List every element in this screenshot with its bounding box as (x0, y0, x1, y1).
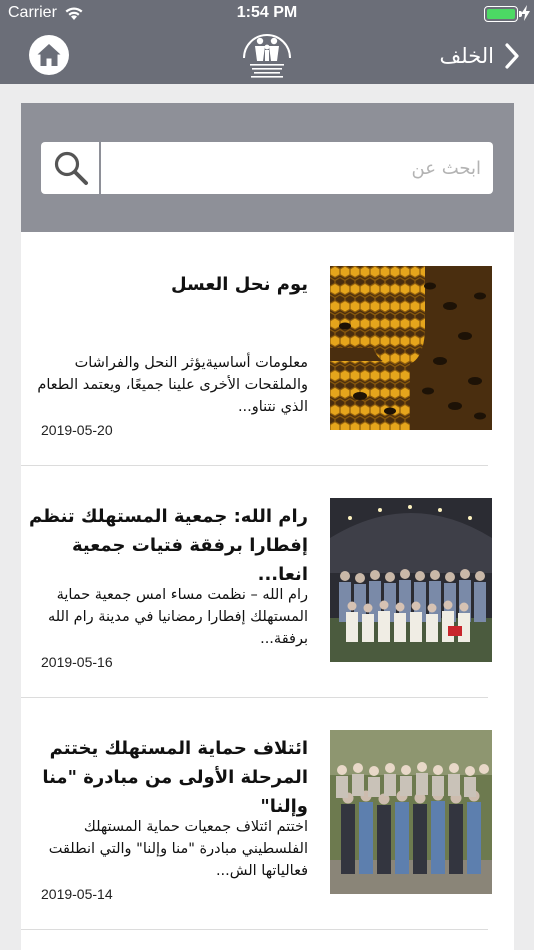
article-item[interactable]: يوم نحل العسل معلومات أساسيةيؤثر النحل و… (21, 234, 492, 466)
article-date: 2019-05-16 (41, 654, 113, 670)
article-title[interactable]: ائتلاف حماية المستهلك يختتم المرحلة الأو… (21, 734, 308, 821)
home-button[interactable] (29, 35, 69, 75)
chevron-right-icon (505, 43, 519, 69)
article-title[interactable]: يوم نحل العسل (21, 270, 308, 299)
article-date: 2019-05-14 (41, 886, 113, 902)
battery-fill (487, 9, 515, 19)
back-button[interactable]: الخلف (440, 40, 520, 72)
article-excerpt: اختتم ائتلاف جمعيات حماية المستهلك الفلس… (48, 819, 308, 879)
search-button[interactable] (41, 142, 101, 194)
content-panel: يوم نحل العسل معلومات أساسيةيؤثر النحل و… (21, 103, 514, 950)
status-bar: Carrier 1:54 PM (0, 0, 534, 28)
search-box (41, 142, 493, 194)
battery-icon (484, 6, 522, 22)
organization-logo (243, 34, 291, 78)
charging-icon (521, 5, 530, 21)
article-excerpt: رام الله – نظمت مساء امس جمعية حماية الم… (47, 587, 308, 647)
article-item[interactable]: ائتلاف حماية المستهلك يختتم المرحلة الأو… (21, 698, 492, 930)
navigation-bar: الخلف (0, 28, 534, 84)
search-input[interactable] (103, 142, 493, 194)
clock: 1:54 PM (236, 4, 298, 21)
search-panel (21, 103, 514, 232)
article-item[interactable]: رام الله: جمعية المستهلك تنظم إفطارا برف… (21, 466, 492, 698)
article-title[interactable]: رام الله: جمعية المستهلك تنظم إفطارا برف… (21, 502, 308, 589)
home-icon (37, 44, 61, 66)
search-icon (54, 151, 88, 185)
article-excerpt: معلومات أساسيةيؤثر النحل والفراشات والمل… (37, 355, 308, 415)
article-date: 2019-05-20 (41, 422, 113, 438)
back-label: الخلف (439, 44, 494, 68)
article-thumbnail[interactable] (330, 266, 492, 430)
article-thumbnail[interactable] (330, 730, 492, 894)
article-thumbnail[interactable] (330, 498, 492, 662)
